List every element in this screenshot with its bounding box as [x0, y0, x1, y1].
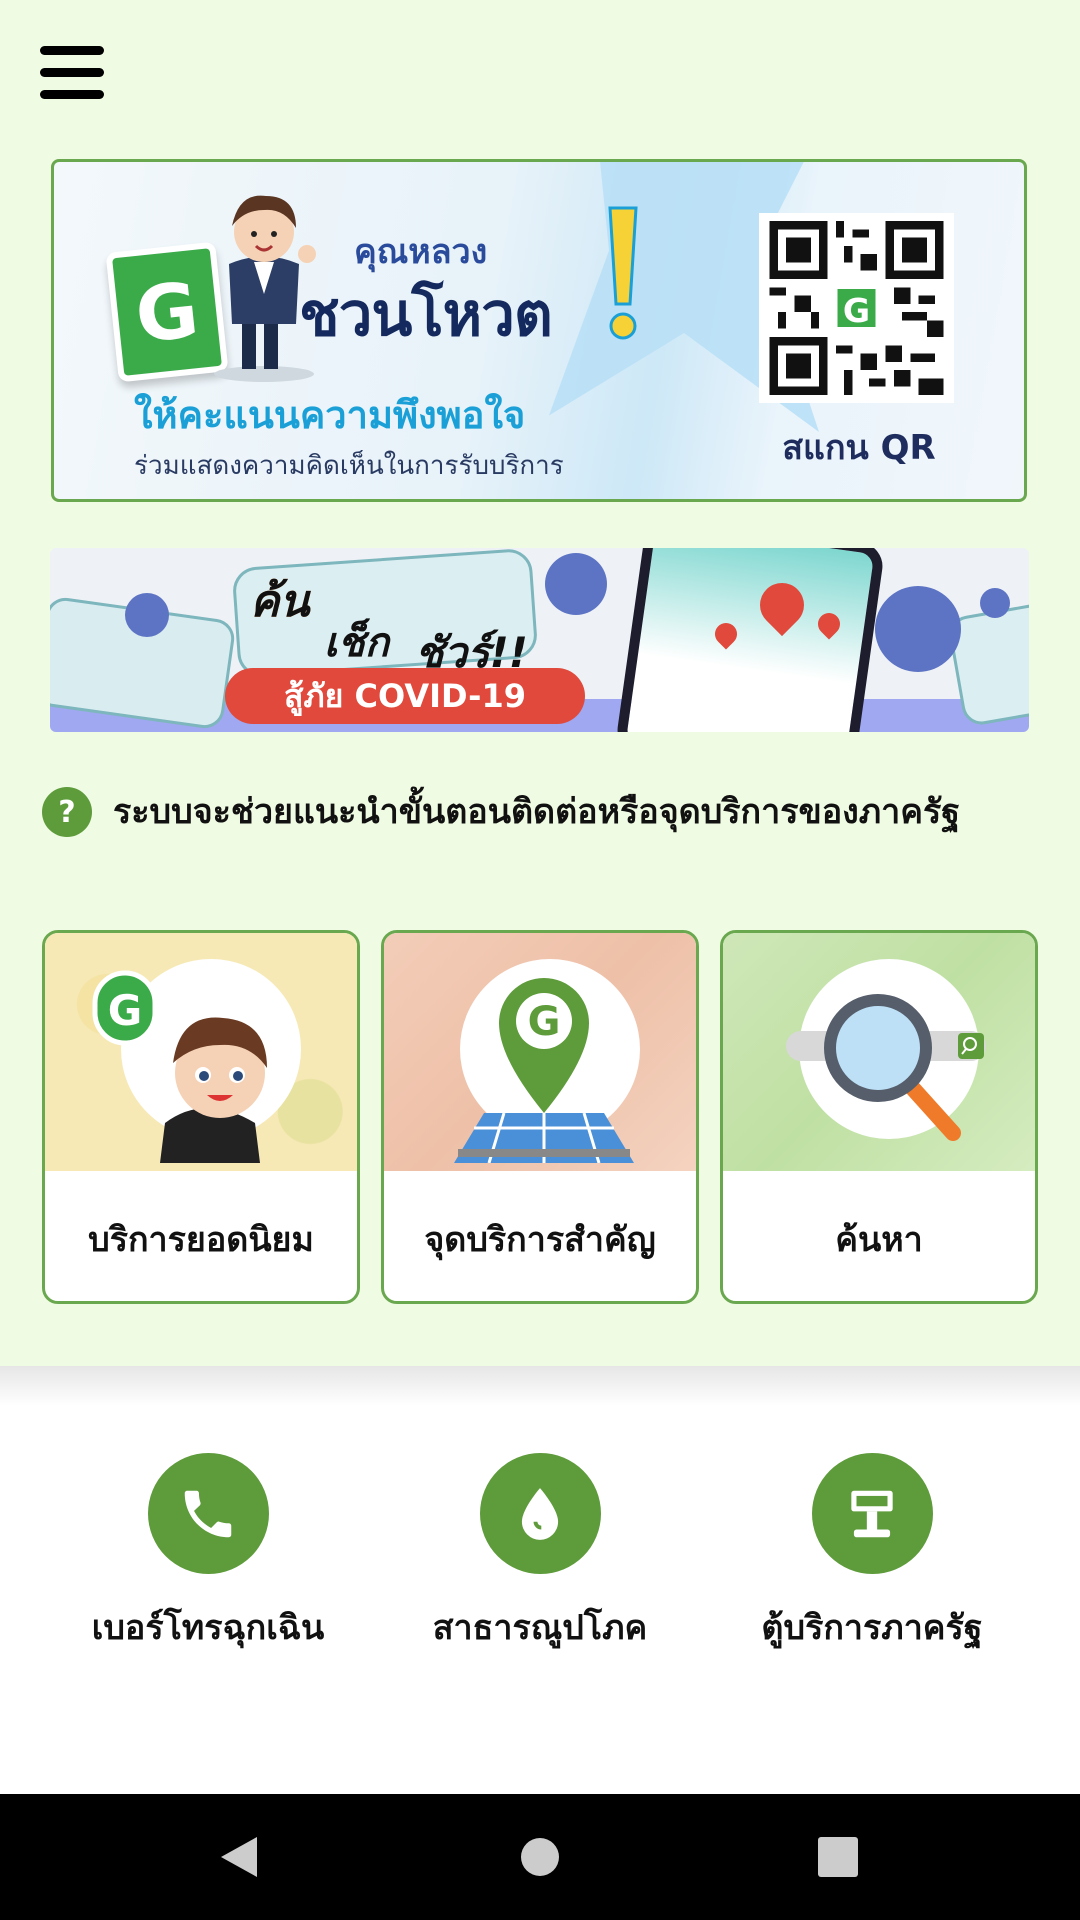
qr-code[interactable]: G: [759, 213, 954, 403]
card-key-service-points[interactable]: G จุดบริการสำคัญ: [381, 930, 699, 1304]
section-divider: [0, 1366, 1080, 1406]
info-description: ระบบจะช่วยแนะนำขั้นตอนติดต่อหรือจุดบริกา…: [113, 792, 961, 832]
card-popular-services[interactable]: G บริการยอดนิยม: [42, 930, 360, 1304]
quick-link-utilities[interactable]: สาธารณูปโภค: [390, 1453, 690, 1654]
covid-text-check: เช็ก: [324, 620, 390, 666]
system-navigation-bar: [0, 1794, 1080, 1920]
covid-text-search: ค้น: [250, 576, 310, 627]
svg-text:G: G: [108, 986, 142, 1035]
covid-pill-label: สู้ภัย COVID-19: [225, 668, 585, 724]
back-icon[interactable]: [176, 1794, 302, 1920]
quick-link-label: ตู้บริการภาครัฐ: [761, 1608, 983, 1648]
home-icon[interactable]: [477, 1794, 603, 1920]
water-drop-icon: [479, 1453, 601, 1574]
card-label: ค้นหา: [835, 1220, 923, 1260]
virus-icon: [875, 586, 961, 672]
vote-caption: ร่วมแสดงความคิดเห็นในการรับบริการ: [134, 451, 564, 481]
menu-bar: [40, 90, 104, 99]
help-question-icon[interactable]: ?: [42, 787, 92, 837]
svg-text:G: G: [843, 291, 870, 330]
recents-icon[interactable]: [775, 1794, 901, 1920]
virus-icon: [980, 588, 1010, 618]
quick-link-emergency-phone[interactable]: เบอร์โทรฉุกเฉิน: [58, 1453, 358, 1654]
svg-text:G: G: [528, 999, 561, 1045]
hamburger-menu-icon[interactable]: [40, 44, 106, 102]
exclamation-icon: [608, 206, 638, 340]
map-location-icon: G: [454, 978, 634, 1163]
phone-illustration-icon: [614, 548, 886, 732]
menu-bar: [40, 68, 104, 77]
virus-icon: [545, 553, 607, 615]
phone-icon: [147, 1453, 269, 1574]
magnifier-search-icon: [786, 994, 986, 1141]
quick-link-label: สาธารณูปโภค: [432, 1608, 648, 1648]
virus-icon: [125, 593, 169, 637]
card-search[interactable]: ค้นหา: [720, 930, 1038, 1304]
kiosk-icon: [811, 1453, 933, 1574]
mascot-waving-icon: G: [92, 970, 267, 1163]
menu-bar: [40, 46, 104, 55]
vote-subtitle: ให้คะแนนความพึงพอใจ: [134, 393, 526, 437]
card-label: จุดบริการสำคัญ: [424, 1220, 656, 1260]
quick-link-government-kiosk[interactable]: ตู้บริการภาครัฐ: [722, 1453, 1022, 1654]
card-label: บริการยอดนิยม: [88, 1220, 314, 1260]
covid-banner[interactable]: ค้น เช็ก ชัวร์!! สู้ภัย COVID-19: [50, 548, 1029, 732]
vote-banner[interactable]: G คุณหลวง ชวนโหวต ให้คะแนนความพึงพอใจ ร่…: [51, 159, 1027, 502]
quick-link-label: เบอร์โทรฉุกเฉิน: [91, 1608, 325, 1648]
vote-title-big: ชวนโหวต: [299, 280, 553, 350]
scan-qr-label: สแกน QR: [782, 428, 936, 468]
